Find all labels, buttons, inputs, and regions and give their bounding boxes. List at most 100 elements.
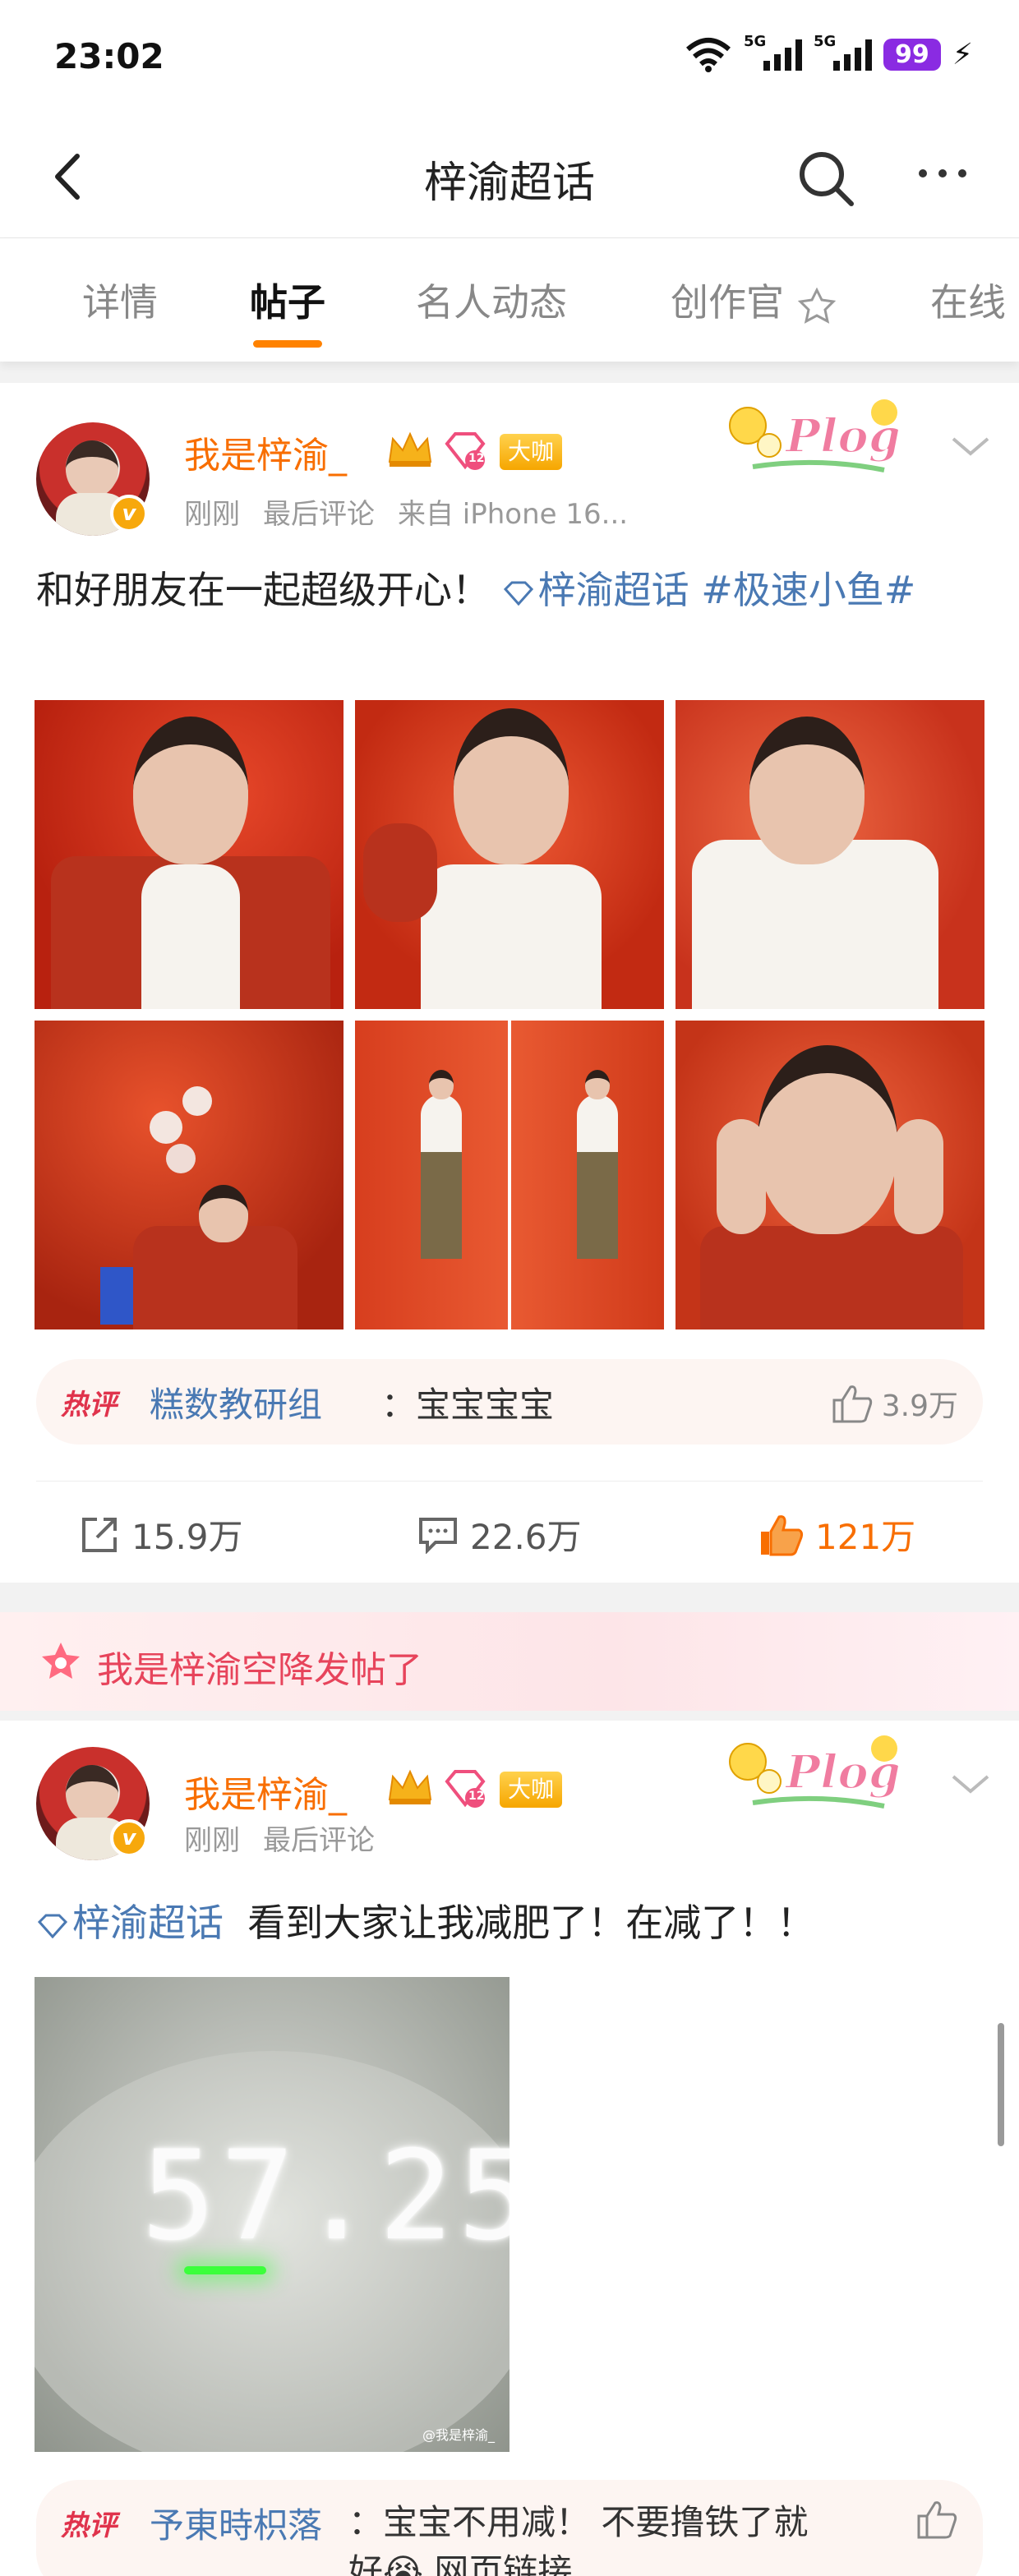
post-meta: 刚刚 最后评论 来自 iPhone 16... xyxy=(184,491,651,532)
post-photo[interactable] xyxy=(35,1021,344,1329)
post-time: 刚刚 xyxy=(184,1824,240,1857)
chevron-down-icon[interactable] xyxy=(950,1772,991,1796)
photo-watermark: @我是梓渝_ xyxy=(422,2427,495,2443)
airdrop-banner[interactable]: 我是梓渝空降发帖了 xyxy=(0,1612,1019,1711)
share-icon xyxy=(82,1517,117,1552)
tab-label: 在线 xyxy=(930,280,1006,325)
post-body-text: 看到大家让我减肥了！在减了！！ xyxy=(247,1901,815,1945)
network-label: 5G xyxy=(743,33,767,50)
scrollbar[interactable] xyxy=(998,2023,1004,2146)
topic-link[interactable]: 梓渝超话 xyxy=(36,1901,224,1945)
tab-label: 名人动态 xyxy=(416,280,567,325)
comment-button[interactable]: 22.6万 xyxy=(417,1509,582,1560)
status-bar: 23:02 5G 5G 99 ⚡ xyxy=(0,0,1019,115)
post-sort: 最后评论 xyxy=(263,498,375,531)
comment-count: 22.6万 xyxy=(470,1517,582,1557)
hot-comment-badge: 热评 xyxy=(61,2509,117,2542)
topic-text: 梓渝超话 xyxy=(537,568,689,612)
more-icon[interactable] xyxy=(919,169,966,177)
post-photo[interactable]: 57.25 @我是梓渝_ xyxy=(35,1977,510,2452)
comment-like-button[interactable]: 3.9万 xyxy=(831,1382,958,1425)
like-button[interactable]: 121万 xyxy=(758,1509,915,1560)
topic-diamond-icon xyxy=(37,1914,68,1938)
tab-posts[interactable]: 帖子 xyxy=(250,273,325,348)
post-actions: 15.9万 22.6万 121万 xyxy=(36,1481,983,1579)
comment-like-count: 3.9万 xyxy=(881,1389,958,1423)
badge-icon xyxy=(797,287,836,324)
comment-text: ：宝宝不用减！ 不要撸铁了就好😭 网页链接 xyxy=(348,2502,809,2576)
topic-link[interactable]: 梓渝超话 xyxy=(502,568,689,612)
post-meta: 刚刚 最后评论 xyxy=(184,1818,398,1858)
tab-online[interactable]: 在线 xyxy=(930,273,1006,327)
crown-icon xyxy=(388,431,432,467)
level-badge: 12 xyxy=(444,1768,486,1813)
signal-icon: 5G xyxy=(814,33,872,71)
tab-label: 帖子 xyxy=(250,280,325,325)
hot-comment-badge: 热评 xyxy=(61,1389,117,1422)
post-text: 和好朋友在一起超级开心！ 梓渝超话 #极速小鱼# xyxy=(36,562,981,618)
tab-label: 详情 xyxy=(82,280,158,325)
level-number: 12 xyxy=(468,452,485,465)
chevron-down-icon[interactable] xyxy=(950,434,991,459)
tab-celebrity-updates[interactable]: 名人动态 xyxy=(416,273,567,327)
crown-icon xyxy=(388,1769,432,1804)
diamond-icon xyxy=(445,432,486,470)
signal-icon: 5G xyxy=(744,33,802,71)
post-photo[interactable] xyxy=(675,700,984,1009)
post-card: v 我是梓渝_ 12 大咖 Plog 刚刚 最后评论 来自 iPhone 16...… xyxy=(0,383,1019,1583)
username[interactable]: 我是梓渝_ xyxy=(184,426,347,478)
wifi-icon xyxy=(685,38,731,72)
tab-bar: 详情 帖子 名人动态 创作官 在线 xyxy=(0,238,1019,362)
diamond-icon xyxy=(445,1770,486,1808)
app-header: 梓渝超话 xyxy=(0,115,1019,238)
battery-level: 99 xyxy=(883,38,941,71)
banner-text: 我是梓渝空降发帖了 xyxy=(97,1649,422,1691)
role-badge: 大咖 xyxy=(500,1772,563,1808)
post-photo[interactable] xyxy=(35,700,344,1009)
tab-label: 创作官 xyxy=(671,280,784,325)
post-time: 刚刚 xyxy=(184,498,240,531)
thumbs-up-icon[interactable] xyxy=(915,2500,958,2539)
comment-icon xyxy=(419,1517,457,1554)
post-photo[interactable] xyxy=(675,1021,984,1329)
post-body-text: 和好朋友在一起超级开心！ xyxy=(36,568,490,612)
repost-count: 15.9万 xyxy=(131,1517,243,1557)
thumbs-up-icon xyxy=(832,1385,872,1423)
post-text: 梓渝超话 看到大家让我减肥了！在减了！！ xyxy=(36,1895,981,1951)
level-number: 12 xyxy=(468,1790,485,1803)
tab-details[interactable]: 详情 xyxy=(82,273,158,327)
like-count: 121万 xyxy=(815,1517,916,1557)
scale-reading: 57.25 xyxy=(141,2125,510,2268)
verified-badge-icon: v xyxy=(110,495,148,532)
topic-text: 梓渝超话 xyxy=(72,1901,224,1945)
hashtag-link[interactable]: #极速小鱼# xyxy=(701,568,915,612)
status-icons: 5G 5G 99 ⚡ xyxy=(685,33,973,72)
level-badge: 12 xyxy=(444,431,486,475)
post-photo[interactable] xyxy=(355,1021,664,1329)
plog-decoration-icon: Plog xyxy=(729,399,901,472)
verified-badge-icon: v xyxy=(110,1819,148,1857)
star-icon xyxy=(42,1643,80,1679)
post-source: 来自 iPhone 16... xyxy=(398,498,629,531)
repost-button[interactable]: 15.9万 xyxy=(79,1509,243,1560)
search-icon[interactable] xyxy=(795,148,858,210)
role-badge: 大咖 xyxy=(500,434,563,470)
comment-text: ：宝宝宝宝 xyxy=(381,1385,555,1425)
hot-comment[interactable]: 热评 糕数教研组 ：宝宝宝宝 3.9万 xyxy=(36,1359,983,1445)
comment-author[interactable]: 予東時枳落 xyxy=(150,2498,322,2548)
page-title: 梓渝超话 xyxy=(423,159,595,208)
tab-underline xyxy=(253,340,322,348)
username[interactable]: 我是梓渝_ xyxy=(184,1765,347,1818)
plog-decoration-icon: Plog xyxy=(729,1735,901,1809)
topic-diamond-icon xyxy=(503,581,533,606)
post-photo[interactable] xyxy=(355,700,664,1009)
post-sort: 最后评论 xyxy=(263,1824,375,1857)
thumbs-up-filled-icon xyxy=(761,1514,804,1555)
status-time: 23:02 xyxy=(54,36,164,76)
network-label: 5G xyxy=(813,33,837,50)
comment-author[interactable]: 糕数教研组 xyxy=(150,1377,322,1427)
hot-comment[interactable]: 热评 予東時枳落 ：宝宝不用减！ 不要撸铁了就好😭 网页链接 xyxy=(36,2480,983,2576)
tab-creator[interactable]: 创作官 xyxy=(671,273,837,327)
charging-icon: ⚡ xyxy=(952,37,973,71)
scale-indicator xyxy=(184,2266,266,2274)
